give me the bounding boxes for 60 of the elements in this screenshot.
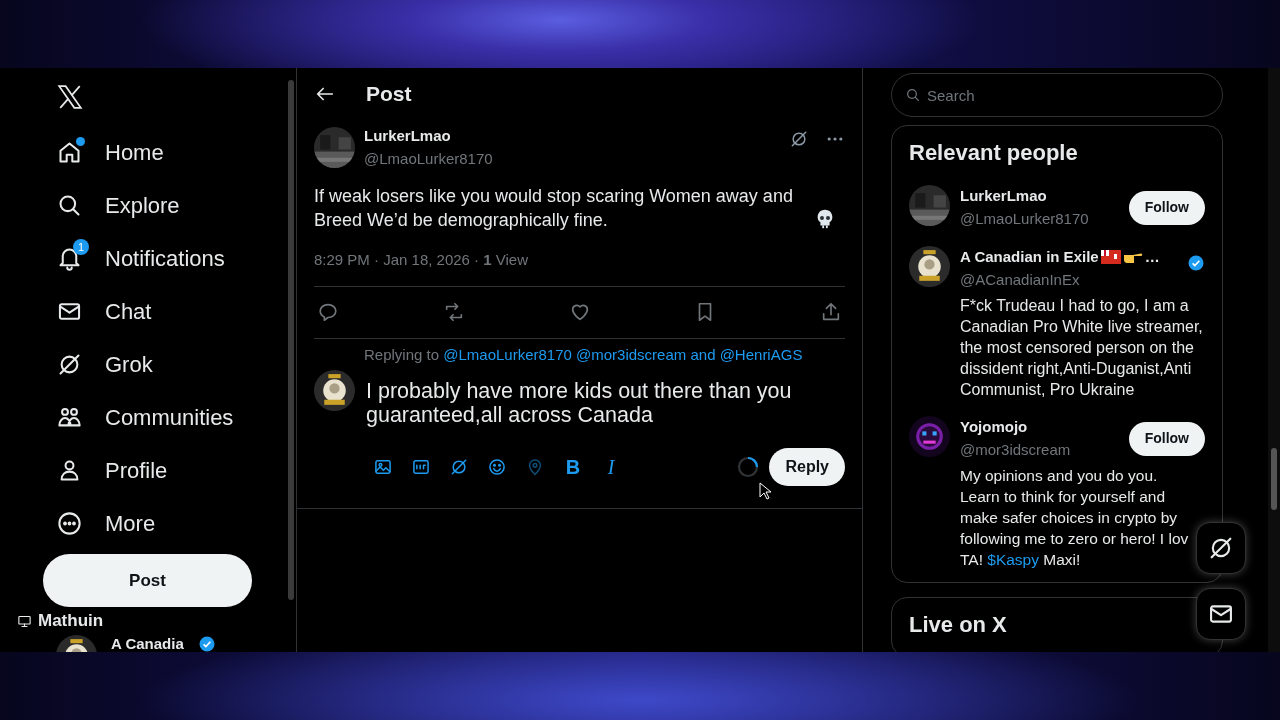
nav-item[interactable]: Home — [0, 126, 164, 179]
smiley-icon[interactable] — [487, 457, 507, 477]
nav-item[interactable]: Profile — [0, 444, 168, 497]
nav-item[interactable]: 1 Notifications — [0, 232, 225, 285]
person-bio: F*ck Trudeau I had to go, I am a Canadian Pro White live streamer, the most censored person on the dissident right,Anti-Duganist,Anti Communist, Pro Ukraine — [960, 296, 1204, 400]
post-button[interactable]: Post — [43, 554, 252, 607]
monitor-icon — [17, 613, 32, 629]
reply-button[interactable]: Reply — [769, 448, 845, 486]
image-icon[interactable] — [373, 457, 393, 477]
slashed-circle-icon[interactable] — [449, 457, 469, 477]
card-title: Live on X — [909, 611, 1008, 639]
nav-item[interactable]: Explore — [0, 179, 180, 232]
nav-item[interactable]: More — [0, 497, 156, 550]
follow-button[interactable]: Follow — [1128, 190, 1205, 225]
gif-icon[interactable] — [411, 457, 431, 477]
comment-icon[interactable] — [317, 301, 339, 323]
scrollbar[interactable] — [287, 80, 294, 600]
person-handle: @ACanadianInEx — [960, 269, 1081, 290]
person-handle: @LmaoLurker8170 — [960, 208, 1089, 229]
share-icon[interactable] — [820, 301, 842, 323]
follow-button[interactable]: Follow — [1128, 421, 1205, 456]
slashed-circle-icon[interactable] — [789, 129, 809, 149]
character-counter — [737, 456, 760, 478]
bold-button[interactable]: B — [554, 456, 592, 478]
author-handle: @LmaoLurker8170 — [364, 148, 494, 169]
x-logo[interactable] — [57, 84, 83, 110]
person-bio: My opinions and you do you. Learn to think for yourself and make safer choices in crypto by following me to zero or hero! I lov TA! $Kaspy Maxi! — [960, 466, 1190, 570]
more-icon — [56, 510, 83, 537]
replying-to-label: Replying to — [364, 345, 440, 363]
person-name: A Canadian in Exile — [960, 247, 1099, 267]
person-name: Yojomojo — [960, 417, 1028, 437]
verified-icon — [197, 635, 216, 652]
scrollbar[interactable] — [1271, 448, 1277, 510]
notification-badge: 1 — [73, 239, 89, 255]
nav-item[interactable]: Chat — [0, 285, 152, 338]
flag-icon — [1100, 250, 1121, 265]
card-title: Relevant people — [909, 139, 1079, 167]
post-timestamp: 8:29 PM · Jan 18, 2026 · 1 View — [314, 251, 529, 268]
author-name: LurkerLmao — [364, 126, 452, 146]
slashed-circle-icon — [56, 351, 83, 378]
italic-button[interactable]: I — [592, 456, 630, 478]
person-name: LurkerLmao — [960, 186, 1047, 206]
search-icon — [905, 87, 921, 103]
nav-item[interactable]: Grok — [0, 338, 153, 391]
messages-button[interactable] — [1196, 588, 1246, 640]
mention-link[interactable]: @LmaoLurker8170 @mor3idscream and @HenriAGS — [443, 345, 803, 363]
mouse-cursor — [759, 482, 771, 500]
account-name: A Canadia — [111, 635, 184, 652]
search-field[interactable]: Search — [891, 73, 1223, 117]
person-handle: @mor3idscream — [960, 439, 1071, 460]
post-text: If weak losers like you would stop scaring Women away and Breed We’d be demographically fine. — [314, 185, 794, 232]
cashtag-link[interactable]: $Kaspy — [987, 551, 1039, 568]
name-ellipsis: … — [1144, 247, 1160, 267]
reply-field[interactable]: I probably have more kids out there than you guaranteed,all across Canada — [366, 379, 836, 427]
grok-button[interactable] — [1196, 522, 1246, 574]
house-icon — [56, 139, 83, 166]
stream-label: Mathuin — [38, 610, 104, 632]
nav-item[interactable]: Communities — [0, 391, 234, 444]
page-title: Post — [366, 81, 412, 108]
verified-icon — [1187, 253, 1205, 272]
